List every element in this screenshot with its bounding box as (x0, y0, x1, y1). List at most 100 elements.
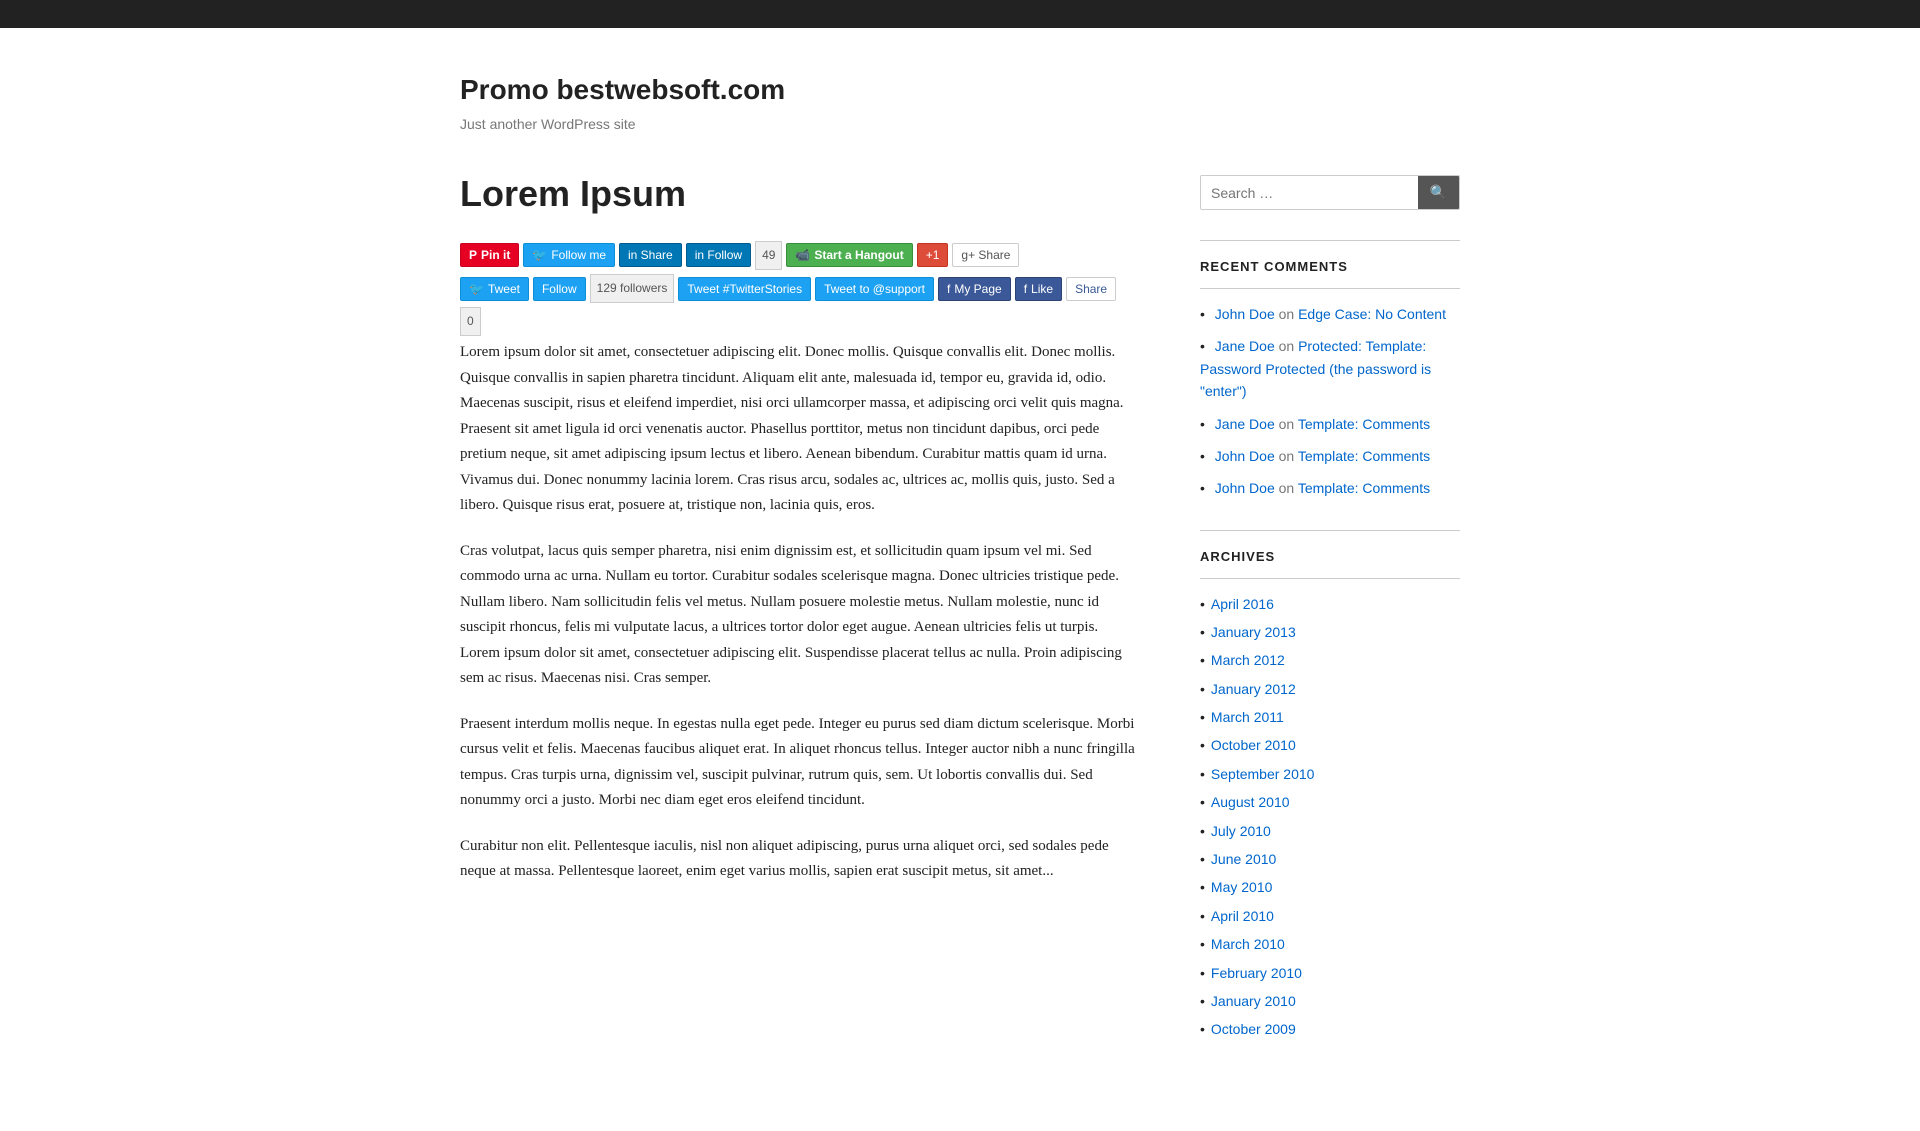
archive-item-jul2010: July 2010 (1200, 820, 1460, 842)
site-header: Promo bestwebsoft.com Just another WordP… (260, 28, 1660, 165)
comment-on-1: on (1279, 306, 1298, 322)
twitter-support-button[interactable]: Tweet to @support (815, 277, 934, 301)
comment-link-1[interactable]: Edge Case: No Content (1298, 306, 1446, 322)
top-bar (0, 0, 1920, 28)
comment-author-5[interactable]: John Doe (1215, 480, 1275, 496)
fb-like-icon: f (1024, 282, 1027, 296)
search-form: 🔍 (1200, 175, 1460, 210)
g1-label: +1 (926, 248, 940, 262)
archive-link-march2011[interactable]: March 2011 (1211, 709, 1284, 725)
search-button[interactable]: 🔍 (1418, 176, 1459, 209)
g-share-label: g+ Share (961, 248, 1010, 262)
archives-divider (1200, 530, 1460, 531)
post-paragraph-4: Curabitur non elit. Pellentesque iaculis… (460, 834, 1140, 885)
archive-link-oct2010[interactable]: October 2010 (1211, 737, 1296, 753)
recent-comments-section: RECENT COMMENTS John Doe on Edge Case: N… (1200, 240, 1460, 500)
twitter-follower-count: 129 followers (590, 274, 675, 303)
archive-link-jan2013[interactable]: January 2013 (1211, 624, 1296, 640)
archive-link-jun2010[interactable]: June 2010 (1211, 851, 1276, 867)
archive-link-oct2009[interactable]: October 2009 (1211, 1021, 1296, 1037)
twitter-follow-me-button[interactable]: 🐦 Follow me (523, 243, 615, 267)
twitter-hashtag-button[interactable]: Tweet #TwitterStories (678, 277, 811, 301)
sidebar-search: 🔍 (1200, 175, 1460, 210)
archive-link-apr2010[interactable]: April 2010 (1211, 908, 1274, 924)
comment-item-3: Jane Doe on Template: Comments (1200, 413, 1460, 435)
site-title: Promo bestwebsoft.com (460, 68, 1660, 113)
twitter-hashtag-label: Tweet #TwitterStories (687, 282, 802, 296)
twitter-follow-button[interactable]: Follow (533, 277, 586, 301)
fb-share-label: Share (1075, 282, 1107, 296)
facebook-page-button[interactable]: f My Page (938, 277, 1011, 301)
archive-link-mar2010[interactable]: March 2010 (1211, 936, 1285, 952)
tweet-icon: 🐦 (469, 282, 484, 296)
archive-item-jun2010: June 2010 (1200, 848, 1460, 870)
archive-link-jan2010[interactable]: January 2010 (1211, 993, 1296, 1009)
archive-link-aug2010[interactable]: August 2010 (1211, 794, 1290, 810)
comment-on-2: on (1279, 338, 1298, 354)
fb-page-icon: f (947, 282, 950, 296)
archive-item-oct2009: October 2009 (1200, 1018, 1460, 1040)
comment-link-4[interactable]: Template: Comments (1298, 448, 1430, 464)
comment-author-3[interactable]: Jane Doe (1215, 416, 1275, 432)
sidebar: 🔍 RECENT COMMENTS John Doe on Edge Case:… (1200, 165, 1460, 1071)
comment-author-1[interactable]: John Doe (1215, 306, 1275, 322)
tweet-button[interactable]: 🐦 Tweet (460, 277, 529, 301)
archive-link-jan2012[interactable]: January 2012 (1211, 681, 1296, 697)
archives-title: ARCHIVES (1200, 547, 1460, 579)
comment-link-3[interactable]: Template: Comments (1298, 416, 1430, 432)
hangout-icon: 📹 (795, 248, 810, 262)
comment-item-4: John Doe on Template: Comments (1200, 445, 1460, 467)
search-input[interactable] (1201, 176, 1418, 209)
pinterest-label: Pin it (481, 248, 510, 262)
comment-on-3: on (1279, 416, 1298, 432)
archive-link-jul2010[interactable]: July 2010 (1211, 823, 1271, 839)
post-paragraph-2: Cras volutpat, lacus quis semper pharetr… (460, 539, 1140, 692)
pinterest-button[interactable]: P Pin it (460, 243, 519, 267)
fb-like-label: Like (1031, 282, 1053, 296)
archive-item-mar2010: March 2010 (1200, 933, 1460, 955)
archive-item-april2016: April 2016 (1200, 593, 1460, 615)
google-share-button[interactable]: g+ Share (952, 243, 1019, 267)
facebook-share-count: 0 (460, 307, 481, 336)
archive-item-apr2010: April 2010 (1200, 905, 1460, 927)
facebook-share-button[interactable]: Share (1066, 277, 1116, 301)
facebook-like-button[interactable]: f Like (1015, 277, 1062, 301)
comment-on-4: on (1279, 448, 1298, 464)
social-buttons-row2: 🐦 Tweet Follow 129 followers Tweet #Twit… (460, 274, 1140, 336)
archive-item-feb2010: February 2010 (1200, 962, 1460, 984)
linkedin-follow-label: in Follow (695, 248, 742, 262)
search-icon: 🔍 (1430, 184, 1447, 200)
archive-item-march2011: March 2011 (1200, 706, 1460, 728)
recent-comments-divider (1200, 240, 1460, 241)
archive-link-sep2010[interactable]: September 2010 (1211, 766, 1315, 782)
archive-list: April 2016 January 2013 March 2012 Janua… (1200, 593, 1460, 1041)
archive-link-may2010[interactable]: May 2010 (1211, 879, 1272, 895)
archive-item-oct2010: October 2010 (1200, 734, 1460, 756)
archives-section: ARCHIVES April 2016 January 2013 March 2… (1200, 530, 1460, 1041)
site-tagline: Just another WordPress site (460, 113, 1660, 135)
archive-link-march2012[interactable]: March 2012 (1211, 652, 1285, 668)
archive-item-aug2010: August 2010 (1200, 791, 1460, 813)
comment-on-5: on (1279, 480, 1298, 496)
linkedin-count: 49 (755, 241, 782, 270)
twitter-follow-label: Follow (542, 282, 577, 296)
archive-link-feb2010[interactable]: February 2010 (1211, 965, 1302, 981)
comment-author-2[interactable]: Jane Doe (1215, 338, 1275, 354)
comment-item-2: Jane Doe on Protected: Template: Passwor… (1200, 335, 1460, 402)
recent-comments-title: RECENT COMMENTS (1200, 257, 1460, 289)
social-buttons-row1: P Pin it 🐦 Follow me in Share in Follow … (460, 241, 1140, 270)
post-paragraph-1: Lorem ipsum dolor sit amet, consectetuer… (460, 340, 1140, 519)
archive-item-jan2010: January 2010 (1200, 990, 1460, 1012)
hangout-button[interactable]: 📹 Start a Hangout (786, 243, 912, 267)
google-plus-button[interactable]: +1 (917, 243, 949, 267)
linkedin-share-label: in Share (628, 248, 673, 262)
follow-me-label: Follow me (551, 248, 606, 262)
archive-item-may2010: May 2010 (1200, 876, 1460, 898)
linkedin-share-button[interactable]: in Share (619, 243, 682, 267)
twitter-support-label: Tweet to @support (824, 282, 925, 296)
archive-link-april2016[interactable]: April 2016 (1211, 596, 1274, 612)
archive-item-march2012: March 2012 (1200, 649, 1460, 671)
comment-author-4[interactable]: John Doe (1215, 448, 1275, 464)
comment-link-5[interactable]: Template: Comments (1298, 480, 1430, 496)
linkedin-follow-button[interactable]: in Follow (686, 243, 751, 267)
